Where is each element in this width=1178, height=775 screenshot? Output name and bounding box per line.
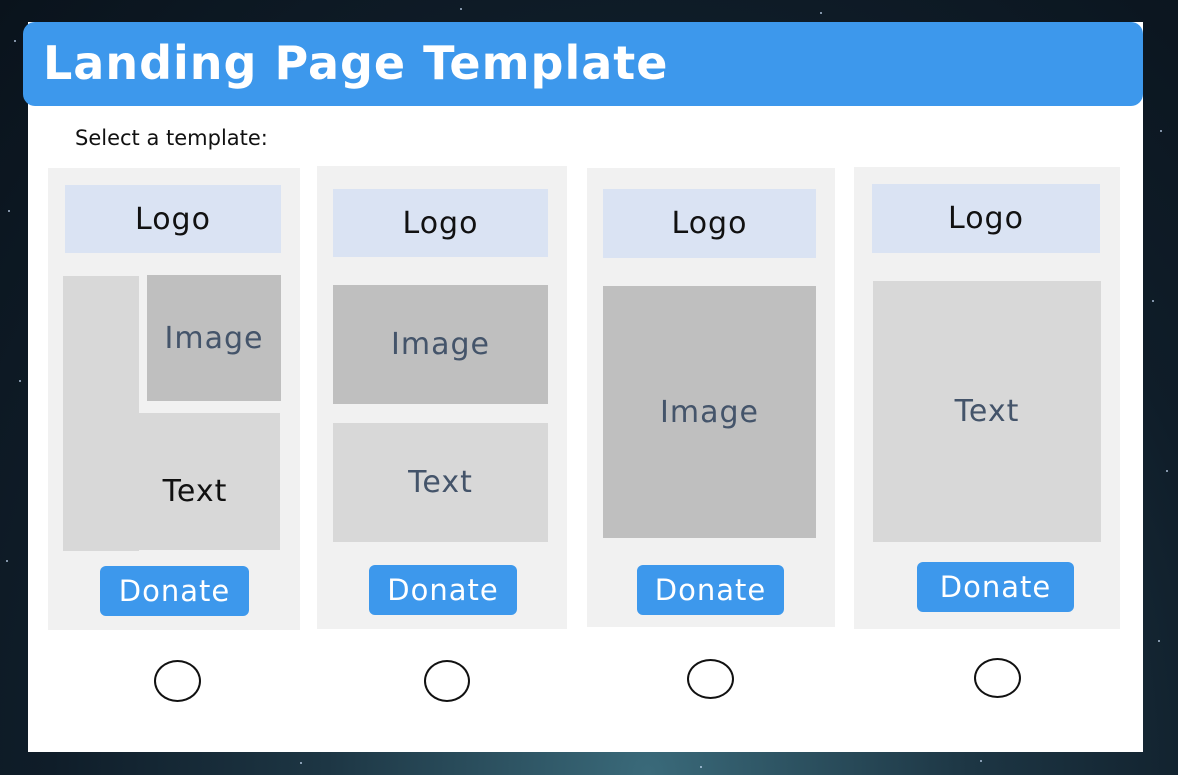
text-placeholder: Text [873, 281, 1101, 542]
text-placeholder: Text [138, 413, 280, 550]
text-placeholder-label: Text [162, 474, 228, 509]
image-placeholder: Image [147, 275, 281, 401]
logo-placeholder: Logo [603, 189, 816, 258]
template-card-4[interactable]: Logo Text Donate [854, 167, 1120, 629]
text-placeholder-left-column [63, 276, 139, 551]
template-radio-2[interactable] [424, 660, 470, 702]
logo-placeholder: Logo [333, 189, 548, 257]
template-card-1[interactable]: Logo Text Image Donate [48, 168, 300, 630]
template-radio-4[interactable] [974, 658, 1021, 698]
window-title: Landing Page Template [43, 36, 669, 90]
image-placeholder: Image [333, 285, 548, 404]
donate-button[interactable]: Donate [637, 565, 784, 615]
template-card-3[interactable]: Logo Image Donate [587, 168, 835, 627]
donate-button[interactable]: Donate [369, 565, 517, 615]
template-window: Landing Page Template Select a template:… [23, 22, 1143, 752]
logo-placeholder: Logo [872, 184, 1100, 253]
select-template-prompt: Select a template: [75, 126, 268, 150]
title-bar: Landing Page Template [23, 22, 1143, 106]
donate-button[interactable]: Donate [917, 562, 1074, 612]
image-placeholder: Image [603, 286, 816, 538]
template-card-2[interactable]: Logo Image Text Donate [317, 166, 567, 629]
donate-button[interactable]: Donate [100, 566, 249, 616]
text-placeholder: Text [333, 423, 548, 542]
template-radio-1[interactable] [154, 660, 201, 702]
template-radio-3[interactable] [687, 659, 734, 699]
logo-placeholder: Logo [65, 185, 281, 253]
